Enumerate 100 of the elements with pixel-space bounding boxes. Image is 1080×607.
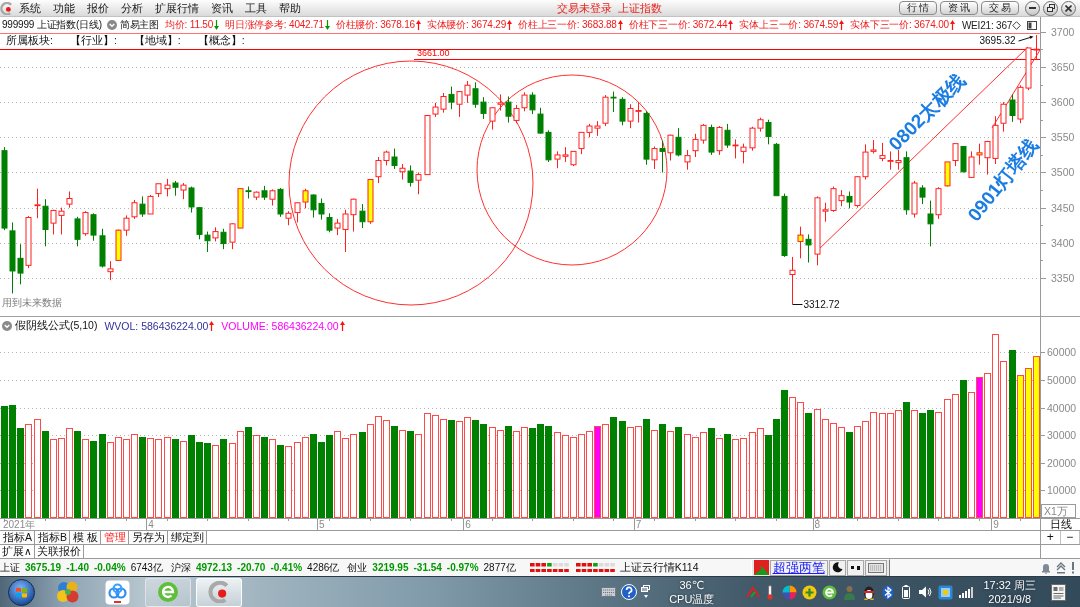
start-orb-icon[interactable] (8, 578, 35, 606)
swirl-logo-icon (208, 581, 230, 603)
menu-item[interactable]: 工具 (239, 0, 273, 16)
diamond-icon[interactable] (1012, 20, 1022, 30)
stack-up-icon[interactable] (1056, 561, 1066, 574)
chevron-circle-icon[interactable] (2, 321, 12, 331)
chevron-circle-icon[interactable] (106, 20, 117, 30)
window-title: 上证指数 (618, 0, 662, 16)
index-name: 沪深 (170, 560, 191, 575)
chart-mode[interactable]: 简易主图 (119, 18, 159, 32)
speaker-icon[interactable] (918, 585, 933, 599)
bell-icon[interactable] (1041, 561, 1051, 574)
year-label: 2021年 (3, 519, 36, 530)
index-name: 创业 (347, 560, 368, 575)
market-breadth-icon[interactable] (575, 562, 616, 573)
app-tile-icon[interactable] (938, 584, 954, 600)
sector-label: 【地域】: (133, 34, 181, 48)
axis-label: 40000 (1047, 401, 1077, 414)
axis-label: 3700 (1051, 25, 1075, 38)
menu-item[interactable]: 资讯 (205, 0, 239, 16)
plus-circle-icon[interactable] (802, 584, 818, 600)
indicator-value: 明日涨停参考: 4042.71 (225, 18, 324, 32)
indicator-value: 实体上三一价: 3674.59 (739, 18, 839, 32)
help-icon[interactable] (621, 584, 638, 600)
period-label[interactable]: 日线 (1040, 518, 1080, 530)
menu-item[interactable]: 扩展行情 (149, 0, 205, 16)
indicator-value: WEI21: 367 (961, 19, 1013, 31)
tab[interactable]: 模 板 (70, 531, 101, 544)
window-stack-icon[interactable] (641, 585, 652, 599)
close-button[interactable] (1061, 0, 1076, 16)
menu-item[interactable]: 功能 (47, 0, 81, 16)
cloud-tile-icon[interactable] (105, 579, 130, 605)
restore-icon (1046, 4, 1055, 12)
axis-label: 3550 (1051, 131, 1075, 144)
toolbar-button[interactable]: 行 情 (899, 1, 937, 15)
battery-icon[interactable] (902, 585, 911, 599)
axis-label: 3350 (1051, 272, 1075, 284)
moon-icon (831, 562, 843, 573)
tab[interactable]: 指标A (0, 531, 35, 544)
restore-button[interactable] (1043, 0, 1058, 16)
axis-label: 3500 (1051, 166, 1075, 179)
indicator-value: 实体下三一价: 3674.00 (850, 18, 949, 32)
toolbar-button[interactable]: 交 易 (981, 1, 1019, 15)
date-label: 8 (814, 519, 821, 530)
toolbar-button[interactable]: 资 讯 (940, 1, 978, 15)
minimize-icon (1029, 7, 1036, 9)
feed-label: 上证云行情K114 (619, 560, 699, 575)
menu-item[interactable]: 系统 (13, 0, 47, 16)
bluetooth-icon[interactable] (882, 584, 895, 600)
tab[interactable]: 指标B (35, 531, 71, 544)
dots-button[interactable] (846, 559, 864, 576)
swirl-logo-icon (0, 1, 13, 15)
keyboard-icon[interactable] (601, 587, 617, 597)
minimize-button[interactable] (1025, 0, 1040, 16)
penguin-icon[interactable] (862, 584, 877, 600)
taskbar-button[interactable] (196, 577, 242, 607)
menu-item[interactable]: 分析 (115, 0, 149, 16)
indicator-value: 价柱下三一价: 3672.44 (628, 18, 728, 32)
chart-note: 用到未来数据 (2, 297, 62, 308)
tab[interactable]: 绑定到 (167, 531, 207, 544)
login-status: 交易未登录 (557, 0, 612, 16)
price-line-label: 3661.00 (417, 47, 450, 58)
date-label: 9 (993, 519, 999, 530)
market-breadth-icon[interactable] (529, 562, 570, 573)
thermometer-icon[interactable] (766, 584, 775, 600)
split-square-icon[interactable] (753, 560, 769, 575)
close-icon (1065, 4, 1072, 12)
sector-label: 所属板块: (6, 34, 53, 48)
index-turnover: 4286亿 (307, 560, 340, 575)
tab[interactable]: 另存为 (128, 531, 168, 544)
exclamation-icon[interactable] (1071, 561, 1075, 574)
axis-label: 3450 (1051, 201, 1075, 214)
annotation: 3312.72 (803, 299, 841, 311)
index-change: -20.70 (237, 562, 266, 573)
indicator-value: WVOL: 586436224.00 (104, 320, 209, 332)
date-label: 6 (465, 519, 471, 530)
indicator-value: VOLUME: 586436224.00 (221, 320, 339, 332)
clock[interactable]: 17:32 周三 2021/9/8 (983, 578, 1036, 606)
e-logo-icon[interactable] (822, 584, 838, 600)
axis-label: 30000 (1047, 429, 1077, 442)
notes-icon[interactable] (1051, 583, 1066, 601)
indicator-value: 价柱腰价: 3678.16 (335, 18, 415, 32)
keyboard-icon (867, 562, 884, 573)
high-price-label: 3695.32 (979, 35, 1016, 47)
sector-label: 【概念】: (197, 34, 245, 48)
dots-icon (849, 564, 861, 571)
unit-label: X1万 (1041, 504, 1076, 518)
index-value: 3675.19 (25, 562, 62, 573)
signal-icon[interactable] (959, 586, 974, 598)
toolbar-link[interactable]: 超强两笔 (769, 559, 828, 576)
pinwheel-icon[interactable] (782, 584, 798, 600)
axis-label: 3400 (1051, 236, 1075, 249)
keyboard-button[interactable] (864, 559, 887, 576)
date-label: 7 (635, 519, 642, 530)
menu-item[interactable]: 帮助 (273, 0, 307, 16)
cpu-temperature: 36℃ CPU温度 (669, 578, 715, 606)
night-mode-button[interactable] (828, 559, 846, 576)
circles-cluster-icon[interactable] (56, 580, 80, 604)
panel-icon[interactable] (1027, 20, 1038, 30)
menu-item[interactable]: 报价 (81, 0, 115, 16)
